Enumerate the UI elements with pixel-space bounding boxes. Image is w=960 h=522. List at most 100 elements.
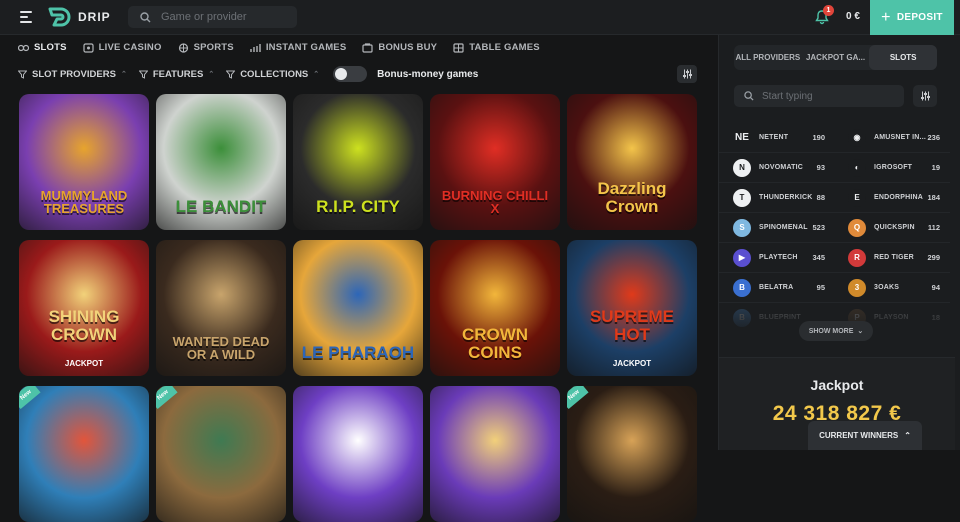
provider-item[interactable]: ◐ IGROSOFT 19 [834,153,950,183]
jackpot-label: JACKPOT [612,359,652,368]
game-tile[interactable]: MUMMYLAND TREASURES [19,94,149,230]
logo[interactable]: DRIP [48,7,111,27]
provider-count: 523 [812,223,825,232]
game-title: BURNING CHILLI X [441,187,549,217]
tab-label: LIVE CASINO [98,42,162,53]
new-badge: New [19,386,41,410]
provider-name: RED TIGER [874,254,914,261]
provider-item[interactable]: E ENDORPHINA 184 [834,183,950,213]
provider-logo: ◉ [848,128,866,147]
sliders-icon [682,69,692,79]
provider-item[interactable]: NE NETENT 190 [719,123,835,153]
game-tile[interactable]: SUPREME HOT JACKPOT [567,240,697,376]
filter-label: COLLECTIONS [240,68,309,80]
bonus-money-toggle[interactable] [333,66,368,82]
search-input[interactable] [161,11,291,23]
filter-label: SLOT PROVIDERS [32,68,116,80]
tab-instant-games[interactable]: INSTANT GAMES [250,42,347,53]
tab-slots-providers[interactable]: SLOTS [869,45,938,70]
game-tile[interactable]: Dazzling Crown [567,94,697,230]
provider-item[interactable]: B BELATRA 95 [719,273,835,303]
game-tile[interactable] [293,386,423,522]
menu-icon[interactable] [20,11,32,23]
game-tile[interactable]: BURNING CHILLI X [430,94,560,230]
tab-label: TABLE GAMES [469,42,540,53]
tab-jackpot-games[interactable]: JACKPOT GA... [802,45,870,70]
deposit-button[interactable]: + DEPOSIT [870,0,954,35]
show-more-button[interactable]: SHOW MORE ⌄ [799,321,873,341]
provider-name: ENDORPHINA [874,194,924,201]
game-tile[interactable]: SHINING CROWN JACKPOT [19,240,149,376]
game-tile[interactable]: LE PHARAOH [293,240,423,376]
slot-providers-filter[interactable]: SLOT PROVIDERS ⌃ [18,69,127,80]
tab-label: SPORTS [193,42,234,53]
game-tile[interactable]: New [156,386,286,522]
provider-logo: 3 [848,278,866,297]
collections-filter[interactable]: COLLECTIONS ⌃ [226,69,319,80]
tab-slots[interactable]: SLOTS [18,42,67,53]
game-title: SUPREME HOT [589,307,675,345]
game-tile[interactable]: CROWN COINS [430,240,560,376]
provider-item[interactable]: T THUNDERKICK 88 [719,183,835,213]
chevron-down-icon: ⌄ [857,328,864,335]
provider-item[interactable]: S SPINOMENAL 523 [719,213,835,243]
features-filter[interactable]: FEATURES ⌃ [138,69,214,80]
providers-panel: ALL PROVIDERS JACKPOT GA... SLOTS NENETE… [718,35,960,450]
provider-count: 93 [816,163,825,172]
game-tile[interactable] [430,386,560,522]
filter-icon [226,70,236,79]
provider-search[interactable] [734,85,904,107]
current-winners-label: CURRENT WINNERS [819,431,899,440]
provider-settings-button[interactable] [913,85,937,107]
search-bar[interactable] [128,6,297,28]
filter-icon [18,70,27,79]
provider-item[interactable]: R RED TIGER 299 [834,243,950,273]
game-tile[interactable]: New [19,386,149,522]
tab-live-casino[interactable]: LIVE CASINO [83,42,162,53]
game-title: LE PHARAOH [301,343,415,363]
new-badge: New [567,386,589,410]
provider-item[interactable]: 3 3OAKS 94 [834,273,950,303]
provider-item[interactable]: ▶ PLAYTECH 345 [719,243,835,273]
provider-logo: N [733,158,751,177]
provider-item[interactable]: ◉ AMUSNET IN... 236 [834,123,950,153]
sliders-icon [920,91,930,101]
provider-item[interactable]: Q QUICKSPIN 112 [834,213,950,243]
provider-logo: Q [848,218,866,237]
game-tile[interactable]: WANTED DEAD OR A WILD [156,240,286,376]
provider-name: THUNDERKICK [759,194,813,201]
plus-icon: + [881,8,891,26]
provider-logo: T [733,188,751,207]
game-title: WANTED DEAD OR A WILD [172,333,270,363]
game-title: R.I.P. CITY [316,197,400,217]
tab-label: SLOTS [34,42,67,53]
provider-name: PLAYTECH [759,254,798,261]
sports-icon [178,42,188,53]
tab-all-providers[interactable]: ALL PROVIDERS [734,45,802,70]
balance[interactable]: 0 € [846,11,860,22]
chevron-up-icon: ⌃ [904,431,911,440]
game-tile[interactable]: New [567,386,697,522]
provider-name: BELATRA [759,284,794,291]
filter-icon [138,70,148,79]
current-winners-button[interactable]: CURRENT WINNERS ⌃ [808,421,922,450]
filter-settings-button[interactable] [677,65,697,83]
provider-name: IGROSOFT [874,164,913,171]
deposit-label: DEPOSIT [896,12,943,23]
provider-name: NOVOMATIC [759,164,804,171]
provider-logo: ◐ [848,158,866,177]
show-more-label: SHOW MORE [808,327,854,335]
provider-item[interactable]: N NOVOMATIC 93 [719,153,835,183]
tab-table-games[interactable]: TABLE GAMES [453,42,540,53]
provider-count: 88 [816,193,825,202]
game-tile[interactable]: R.I.P. CITY [293,94,423,230]
chevron-up-down-icon: ⌃ [313,71,320,78]
provider-search-input[interactable] [762,90,892,102]
tab-sports[interactable]: SPORTS [178,42,234,53]
new-badge: New [156,386,178,410]
chevron-up-down-icon: ⌃ [120,71,127,78]
provider-logo: S [733,218,751,237]
game-tile[interactable]: LE BANDIT [156,94,286,230]
provider-count: 190 [812,133,825,142]
tab-bonus-buy[interactable]: BONUS BUY [362,42,437,53]
